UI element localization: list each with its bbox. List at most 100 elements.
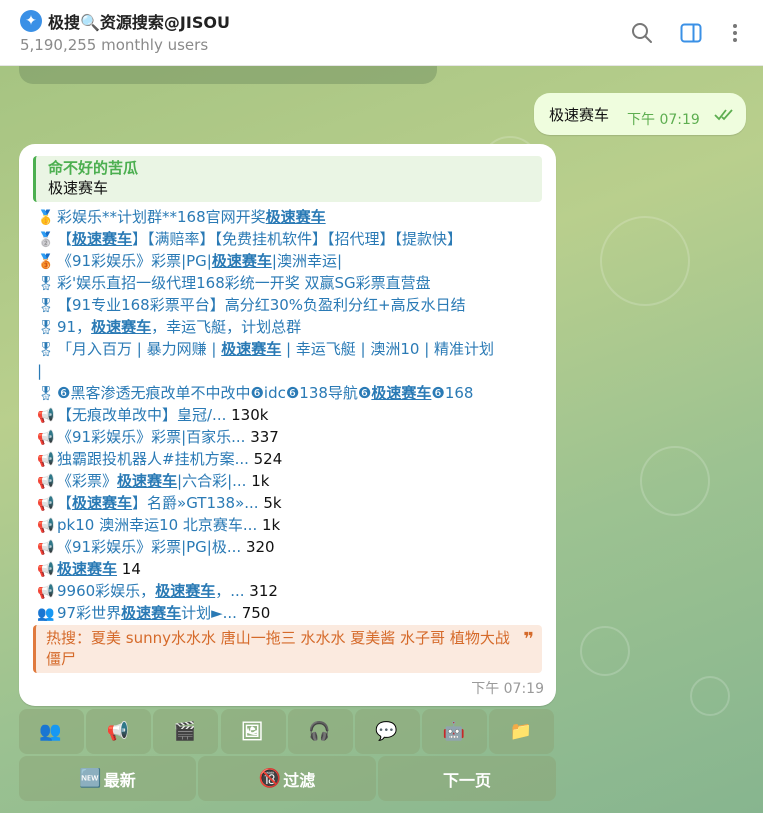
result-type-icon: 📢 [37, 474, 55, 490]
keyword-link[interactable]: 极速赛车 [155, 582, 215, 600]
outgoing-message-text: 极速赛车 [549, 106, 610, 124]
result-line[interactable]: 🥇 彩娱乐**计划群**168官网开奖极速赛车 [37, 207, 326, 228]
category-button-chat[interactable]: 💬 [355, 709, 420, 754]
filter-button-label: 过滤 [283, 770, 316, 790]
result-text: ❻168 [431, 384, 474, 402]
result-text: 【91专业168彩票平台】高分红30%负盈利分红+高反水日结 [57, 296, 466, 314]
bot-icon: 🤖 [442, 721, 465, 742]
result-text: |六合彩|... [177, 472, 247, 490]
search-button[interactable] [627, 18, 657, 48]
category-button-bot[interactable]: 🤖 [422, 709, 488, 754]
result-type-icon: 📢 [37, 452, 55, 468]
result-line[interactable]: 📢 pk10 澳洲幸运10 北京赛车... 1k [37, 515, 280, 536]
filter-button[interactable]: 🔞 过滤 [198, 756, 376, 801]
result-line[interactable]: 📢 《91彩娱乐》彩票|PG|极... 320 [37, 537, 275, 558]
new-icon: 🆕 [79, 768, 102, 789]
double-check-icon [714, 109, 733, 121]
keyword-link[interactable]: 极速赛车 [117, 472, 177, 490]
result-line[interactable]: 🎖 ❻黑客渗透无痕改单不中改中❻idc❻138导航❻极速赛车❻168 [37, 383, 473, 404]
result-text: 「月入百万 | 暴力网赚 | [57, 340, 222, 358]
chat-icon: 💬 [375, 721, 398, 742]
result-text: 】名爵»GT138»... [132, 494, 259, 512]
category-button-video[interactable]: 🎬 [153, 709, 219, 754]
result-text: 《91彩娱乐》彩票|百家乐... [57, 428, 246, 446]
member-count: 1k [246, 472, 270, 490]
hot-search-quote: 热搜：夏美 sunny水水水 唐山一拖三 水水水 夏美酱 水子哥 植物大战僵尸 … [33, 625, 542, 673]
result-text: ，... [215, 582, 245, 600]
result-line[interactable]: 👥 97彩世界极速赛车计划►... 750 [37, 603, 270, 624]
background-doodle [690, 676, 730, 716]
member-count: 5k [258, 494, 282, 512]
result-text: 彩'娱乐直招一级代理168彩统一开奖 双赢SG彩票直营盘 [57, 274, 431, 292]
latest-button[interactable]: 🆕 最新 [19, 756, 196, 801]
member-count: 750 [236, 604, 271, 622]
result-line[interactable]: | [37, 361, 42, 381]
more-menu-button[interactable] [720, 18, 750, 48]
result-line[interactable]: 🎖 91，极速赛车，幸运飞艇，计划总群 [37, 317, 301, 338]
latest-button-label: 最新 [103, 770, 136, 790]
sidebar-toggle-button[interactable] [676, 18, 706, 48]
result-type-icon: 📢 [37, 430, 55, 446]
keyword-link[interactable]: 极速赛车 [221, 340, 281, 358]
keyword-link[interactable]: 极速赛车 [266, 208, 326, 226]
next-page-button[interactable]: 下一页 [378, 756, 556, 801]
result-line[interactable]: 🥈 【极速赛车】【满赔率】【免费挂机软件】【招代理】【提款快】 [37, 229, 462, 250]
reply-quote[interactable]: 命不好的苦瓜 极速赛车 [33, 156, 542, 202]
result-line[interactable]: 📢 《91彩娱乐》彩票|百家乐... 337 [37, 427, 279, 448]
result-type-icon: 🎖 [37, 298, 55, 314]
result-text: |澳洲幸运| [271, 252, 342, 270]
incoming-message[interactable]: 命不好的苦瓜 极速赛车 🥇 彩娱乐**计划群**168官网开奖极速赛车 🥈 【极速赛车… [19, 144, 556, 706]
chat-background: 极速赛车 下午 07:19 命不好的苦瓜 极速赛车 🥇 彩娱乐**计划群**168… [0, 66, 763, 813]
adult-filter-icon: 🔞 [258, 768, 282, 789]
keyword-link[interactable]: 极速赛车 [57, 560, 117, 578]
result-text: 97彩世界 [57, 604, 122, 622]
category-button-file[interactable]: 📁 [489, 709, 555, 754]
chat-title: 极搜🔍资源搜索@JISOU [48, 13, 230, 32]
quote-icon: ❞ [523, 629, 534, 650]
keyword-link[interactable]: 极速赛车 [72, 494, 132, 512]
category-button-audio[interactable]: 🎧 [287, 709, 353, 754]
category-button-channel[interactable]: 📢 [86, 709, 152, 754]
result-line[interactable]: 📢 【极速赛车】名爵»GT138»... 5k [37, 493, 282, 514]
keyword-link[interactable]: 极速赛车 [121, 604, 181, 622]
category-button-image[interactable]: 🖼 [220, 709, 286, 754]
group-icon: 👥 [39, 721, 62, 742]
incoming-message-time: 下午 07:19 [471, 681, 544, 697]
keyword-link[interactable]: 极速赛车 [212, 252, 272, 270]
result-line[interactable]: 📢 极速赛车 14 [37, 559, 141, 580]
hot-search-text: 热搜：夏美 sunny水水水 唐山一拖三 水水水 夏美酱 水子哥 植物大战僵尸 [46, 629, 510, 668]
result-text: 《91彩娱乐》彩票|PG| [57, 252, 212, 270]
background-doodle [600, 216, 690, 306]
chat-subtitle: 5,190,255 monthly users [20, 36, 209, 54]
result-line[interactable]: 🥉 《91彩娱乐》彩票|PG|极速赛车|澳洲幸运| [37, 251, 342, 272]
result-line[interactable]: 🎖 「月入百万 | 暴力网赚 | 极速赛车 | 幸运飞艇 | 澳洲10 | 精准计… [37, 339, 494, 360]
background-doodle [580, 626, 630, 676]
keyword-link[interactable]: 极速赛车 [91, 318, 151, 336]
keyword-link[interactable]: 极速赛车 [72, 230, 132, 248]
background-doodle [640, 446, 710, 516]
outgoing-message[interactable]: 极速赛车 下午 07:19 [534, 93, 746, 135]
audio-icon: 🎧 [308, 721, 331, 742]
result-text: ，幸运飞艇，计划总群 [151, 318, 302, 336]
result-line[interactable]: 📢 独霸跟投机器人#挂机方案... 524 [37, 449, 282, 470]
result-line[interactable]: 📢 9960彩娱乐，极速赛车，... 312 [37, 581, 278, 602]
result-text: | 幸运飞艇 | 澳洲10 | 精准计划 [281, 340, 495, 358]
result-type-icon: 🥈 [37, 232, 55, 248]
result-line[interactable]: 📢 【无痕改单改中】皇冠/... 130k [37, 405, 268, 426]
more-vertical-icon [733, 24, 737, 42]
category-button-group[interactable]: 👥 [19, 709, 84, 754]
chat-title-row[interactable]: ✦ 极搜🔍资源搜索@JISOU [20, 9, 230, 33]
result-type-icon: 📢 [37, 518, 55, 534]
channel-icon: 📢 [106, 721, 129, 742]
image-icon: 🖼 [240, 721, 264, 742]
result-line[interactable]: 📢 《彩票》极速赛车|六合彩|... 1k [37, 471, 269, 492]
video-icon: 🎬 [173, 721, 197, 742]
result-line[interactable]: 🎖 【91专业168彩票平台】高分红30%负盈利分红+高反水日结 [37, 295, 466, 316]
result-text: 】【满赔率】【免费挂机软件】【招代理】【提款快】 [132, 230, 463, 248]
result-type-icon: 📢 [37, 408, 55, 424]
keyword-link[interactable]: 极速赛车 [371, 384, 431, 402]
reply-text: 极速赛车 [48, 179, 109, 197]
result-text: 独霸跟投机器人#挂机方案... [57, 450, 249, 468]
result-line[interactable]: 🎖 彩'娱乐直招一级代理168彩统一开奖 双赢SG彩票直营盘 [37, 273, 431, 294]
sidebar-icon [680, 23, 702, 43]
